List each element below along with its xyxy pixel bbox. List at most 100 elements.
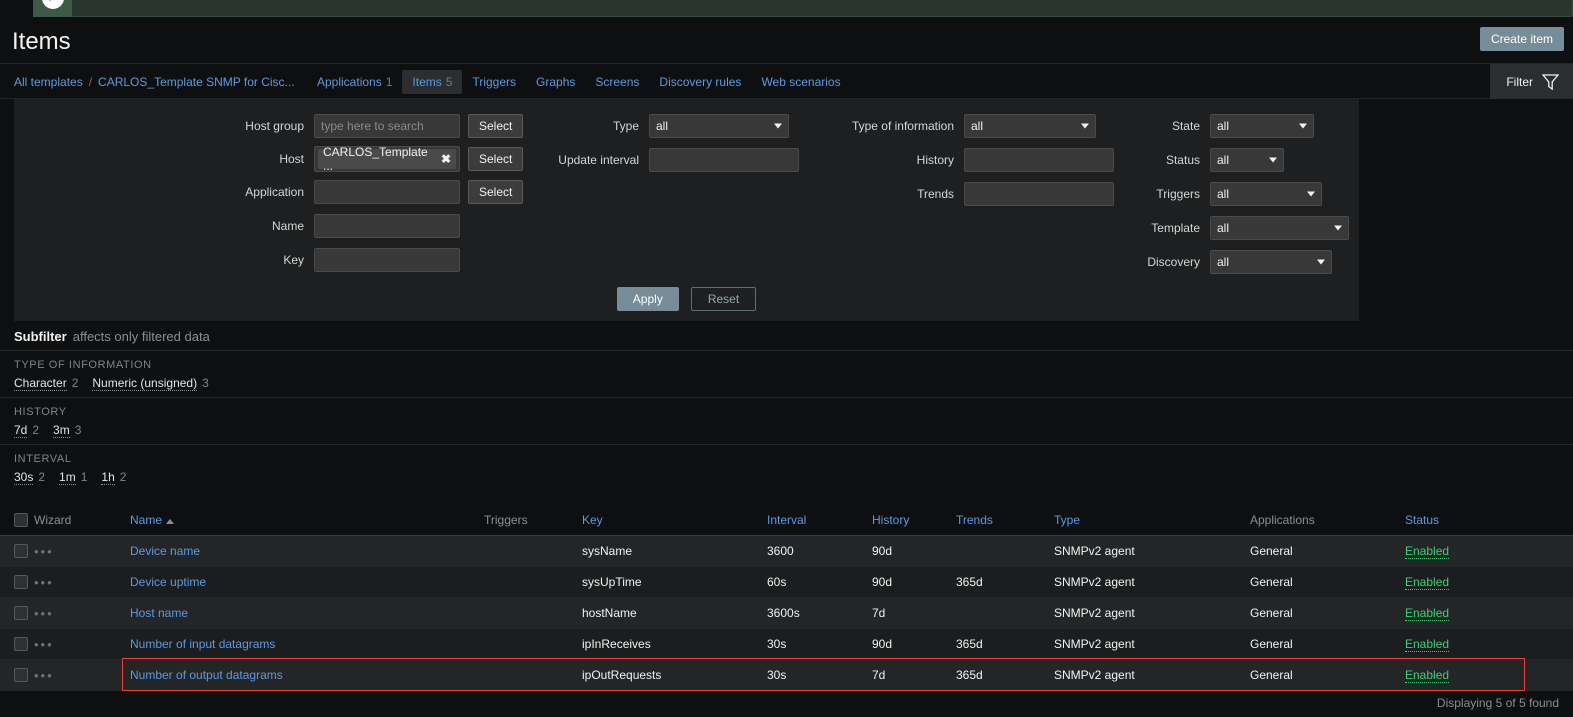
filter-toggle-label: Filter [1506,74,1533,89]
subfilter-link-1h[interactable]: 1h [101,470,115,485]
state-select[interactable]: all [1210,114,1314,138]
application-input[interactable] [314,180,460,204]
tab-items[interactable]: Items 5 [402,69,463,94]
item-type-cell: SNMPv2 agent [1054,637,1135,651]
tab-graphs[interactable]: Graphs [526,70,585,94]
chevron-down-icon [1317,259,1325,265]
template-select[interactable]: all [1210,216,1349,240]
filter-panel: Host group Select Host CARLOS_Template .… [14,99,1359,321]
column-header-trends[interactable]: Trends [956,513,1054,527]
host-input[interactable]: CARLOS_Template ... ✖ [314,145,460,173]
select-all-checkbox[interactable] [14,513,28,527]
tab-applications-label: Applications [317,74,382,89]
subfilter-link-character[interactable]: Character [14,376,67,391]
reset-button[interactable]: Reset [690,287,757,311]
filter-row-triggers: Triggers all [1074,182,1322,206]
item-name-cell: Number of output datagrams [130,668,484,682]
column-header-name[interactable]: Name [130,513,484,527]
subfilter-link-7d[interactable]: 7d [14,423,28,438]
subfilter-link-3m[interactable]: 3m [53,423,70,438]
close-icon[interactable]: ✖ [441,152,451,166]
item-name-link[interactable]: Device name [130,544,200,558]
status-badge[interactable]: Enabled [1405,544,1450,559]
filter-label-status: Status [1165,153,1200,167]
create-item-button[interactable]: Create item [1479,27,1564,51]
status-select[interactable]: all [1210,148,1284,172]
item-interval-cell: 60s [767,575,787,589]
type-select[interactable]: all [649,114,789,138]
column-header-type[interactable]: Type [1054,513,1250,527]
tab-applications[interactable]: Applications 1 [307,70,402,94]
chevron-down-icon [1307,191,1315,197]
column-header-history-link[interactable]: History [872,513,909,527]
name-input[interactable] [314,214,460,238]
entity-tabs: Applications 1 Items 5 Triggers Graphs Scr… [307,64,851,99]
status-badge[interactable]: Enabled [1405,606,1450,621]
row-checkbox[interactable] [14,606,28,620]
item-name-link[interactable]: Number of input datagrams [130,637,275,651]
subfilter-link-1m[interactable]: 1m [59,470,76,485]
tab-triggers[interactable]: Triggers [462,70,526,94]
column-header-status[interactable]: Status [1405,513,1525,527]
breadcrumb-current-template[interactable]: CARLOS_Template SNMP for Cisc... [98,75,295,89]
column-header-status-link[interactable]: Status [1405,513,1439,527]
subfilter-link-30s[interactable]: 30s [14,470,34,485]
page-title: Items [12,28,71,55]
row-checkbox[interactable] [14,637,28,651]
column-header-name-link[interactable]: Name [130,513,162,527]
table-row[interactable]: ••• Device uptime sysUpTime 60s 90d 365d… [0,567,1573,598]
application-select-button[interactable]: Select [468,180,524,204]
table-row[interactable]: ••• Host name hostName 3600s 7d SNMPv2 a… [0,598,1573,629]
table-header-row: Wizard Name Triggers Key Interval Histor… [0,505,1573,536]
wizard-menu-icon[interactable]: ••• [34,575,54,590]
subfilter-header: Subfilter affects only filtered data [0,322,1573,350]
status-badge[interactable]: Enabled [1405,637,1450,652]
wizard-menu-icon[interactable]: ••• [34,606,54,621]
host-chip[interactable]: CARLOS_Template ... ✖ [318,145,456,173]
item-applications-cell: General [1250,637,1293,651]
table-row[interactable]: ••• Number of input datagrams ipInReceiv… [0,629,1573,660]
item-name-link[interactable]: Number of output datagrams [130,668,283,682]
wizard-menu-icon[interactable]: ••• [34,668,54,683]
column-header-interval[interactable]: Interval [767,513,872,527]
column-header-key[interactable]: Key [582,513,767,527]
column-header-interval-link[interactable]: Interval [767,513,806,527]
triggers-select[interactable]: all [1210,182,1322,206]
apply-button[interactable]: Apply [616,287,679,311]
subfilter-link-numeric-unsigned[interactable]: Numeric (unsigned) [92,376,198,391]
column-header-applications: Applications [1250,513,1315,527]
discovery-select[interactable]: all [1210,250,1332,274]
column-header-trends-link[interactable]: Trends [956,513,993,527]
tab-discovery-rules[interactable]: Discovery rules [649,70,751,94]
filter-toggle-button[interactable]: Filter [1490,64,1573,99]
item-applications-cell: General [1250,575,1293,589]
wizard-menu-icon[interactable]: ••• [34,544,54,559]
subfilter-group-interval: INTERVAL 30s 2 1m 1 1h 2 [0,444,1573,491]
wizard-menu-icon[interactable]: ••• [34,637,54,652]
row-checkbox[interactable] [14,575,28,589]
row-checkbox[interactable] [14,668,28,682]
wizard-cell: ••• [34,637,130,652]
filter-label-template: Template [1151,221,1200,235]
filter-actions: Apply Reset [14,287,1359,311]
item-status-cell: Enabled [1405,668,1525,683]
type-of-information-select-value: all [971,119,984,133]
tab-web-scenarios[interactable]: Web scenarios [751,70,850,94]
table-row[interactable]: ••• Number of output datagrams ipOutRequ… [0,660,1573,691]
breadcrumb-all-templates[interactable]: All templates [14,75,83,89]
status-badge[interactable]: Enabled [1405,575,1450,590]
key-input[interactable] [314,248,460,272]
table-row[interactable]: ••• Device name sysName 3600 90d SNMPv2 … [0,536,1573,567]
column-header-key-link[interactable]: Key [582,513,603,527]
item-name-link[interactable]: Device uptime [130,575,206,589]
status-badge[interactable]: Enabled [1405,668,1450,683]
item-applications-cell: General [1250,606,1293,620]
row-checkbox[interactable] [14,544,28,558]
subfilter-item: 7d 2 [14,423,39,438]
tab-screens[interactable]: Screens [585,70,649,94]
column-header-type-link[interactable]: Type [1054,513,1080,527]
wizard-cell: ••• [34,606,130,621]
host-group-input[interactable] [314,114,460,138]
column-header-history[interactable]: History [872,513,956,527]
item-name-link[interactable]: Host name [130,606,188,620]
